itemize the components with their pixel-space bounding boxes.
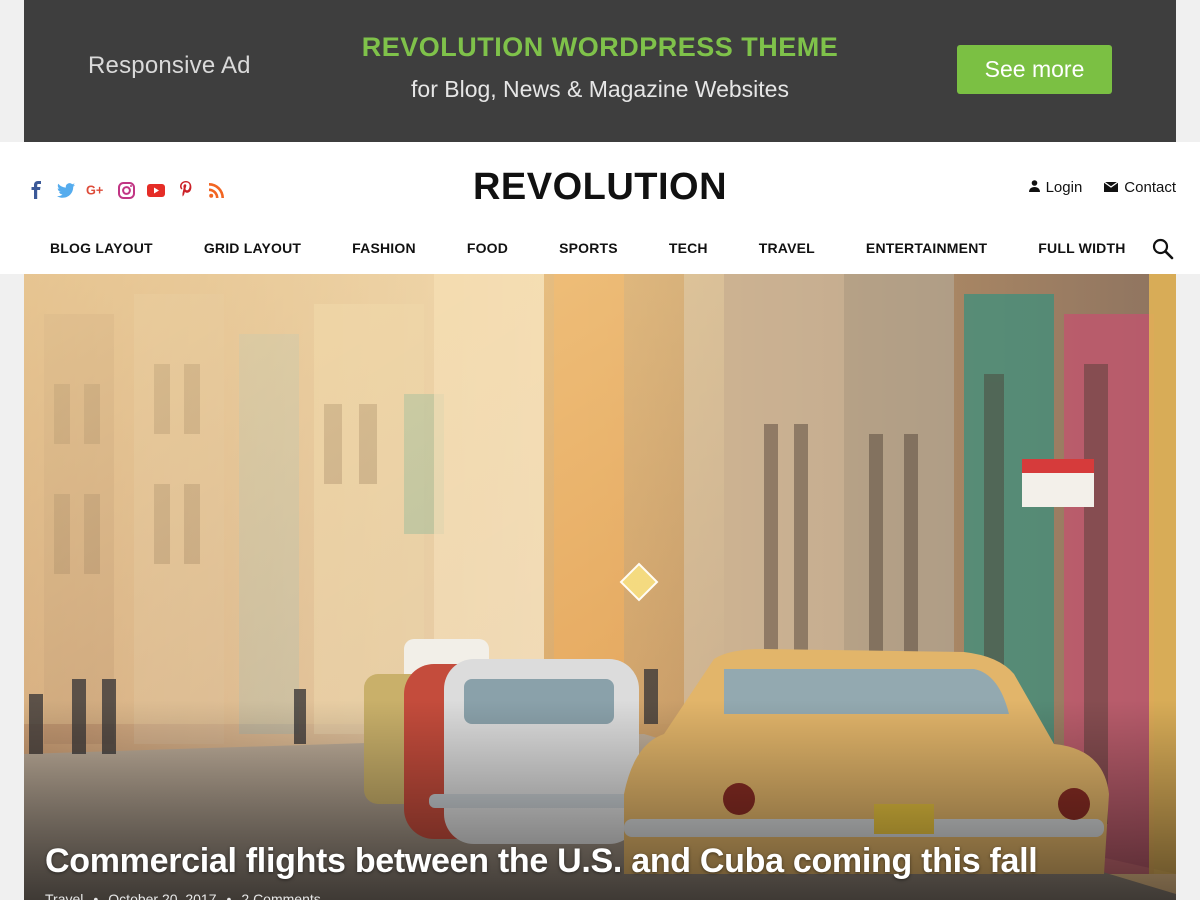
- contact-link[interactable]: Contact: [1103, 179, 1176, 196]
- utility-links: Login Contact: [1028, 179, 1176, 196]
- site-header: G+ REVOLUTION Login Contact BLOG LAYOUT …: [0, 142, 1200, 274]
- meta-separator: •: [93, 891, 99, 900]
- post-date: October 20, 2017: [108, 891, 217, 900]
- contact-label: Contact: [1124, 179, 1176, 196]
- nav-item-food[interactable]: FOOD: [467, 240, 508, 256]
- post-comments[interactable]: 2 Comments: [241, 891, 320, 900]
- site-logo[interactable]: REVOLUTION: [0, 166, 1200, 209]
- user-icon: [1028, 179, 1040, 196]
- nav-item-grid-layout[interactable]: GRID LAYOUT: [204, 240, 301, 256]
- nav-item-entertainment[interactable]: ENTERTAINMENT: [866, 240, 987, 256]
- post-category[interactable]: Travel: [45, 891, 83, 900]
- main-nav: BLOG LAYOUT GRID LAYOUT FASHION FOOD SPO…: [50, 240, 1126, 256]
- featured-post[interactable]: Commercial flights between the U.S. and …: [24, 274, 1176, 900]
- nav-item-sports[interactable]: SPORTS: [559, 240, 618, 256]
- featured-post-title[interactable]: Commercial flights between the U.S. and …: [45, 842, 1038, 881]
- search-icon[interactable]: [1152, 238, 1174, 260]
- nav-item-fashion[interactable]: FASHION: [352, 240, 416, 256]
- nav-item-travel[interactable]: TRAVEL: [759, 240, 815, 256]
- nav-item-blog-layout[interactable]: BLOG LAYOUT: [50, 240, 153, 256]
- login-link[interactable]: Login: [1028, 179, 1083, 196]
- nav-item-full-width[interactable]: FULL WIDTH: [1038, 240, 1125, 256]
- envelope-icon: [1103, 179, 1119, 196]
- ad-banner[interactable]: Responsive Ad REVOLUTION WORDPRESS THEME…: [24, 0, 1176, 142]
- meta-separator: •: [226, 891, 232, 900]
- login-label: Login: [1045, 179, 1083, 196]
- nav-item-tech[interactable]: TECH: [669, 240, 708, 256]
- post-meta: Travel • October 20, 2017 • 2 Comments: [45, 891, 321, 900]
- see-more-button[interactable]: See more: [957, 45, 1112, 94]
